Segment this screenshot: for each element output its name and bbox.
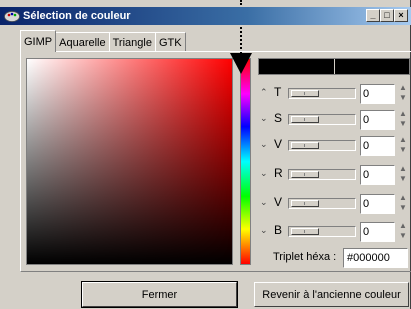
- hue-marker-icon[interactable]: [230, 53, 252, 74]
- palette-icon: [4, 10, 20, 22]
- slider-row-saturation: ⌄ S ▲▼: [258, 108, 411, 130]
- spin-arrows-icon[interactable]: ▲ ▼: [397, 221, 409, 243]
- button-bar: Fermer Revenir à l'ancienne couleur: [20, 277, 411, 309]
- chevron-down-icon: ⌄: [260, 113, 268, 123]
- red-slider[interactable]: [288, 169, 356, 180]
- slider-thumb[interactable]: [291, 200, 319, 207]
- minimize-button[interactable]: _: [366, 9, 380, 22]
- blue-field[interactable]: [360, 222, 395, 242]
- slider-row-blue: ⌄ B ▲▼: [258, 220, 411, 242]
- chevron-down-icon: ⌄: [260, 225, 268, 235]
- slider-label: T: [274, 85, 282, 99]
- window-title: Sélection de couleur: [23, 10, 131, 22]
- saturation-slider[interactable]: [288, 114, 356, 125]
- slider-thumb[interactable]: [291, 171, 319, 178]
- green-field[interactable]: [360, 194, 395, 214]
- slider-row-green: ⌄ V ▲▼: [258, 192, 411, 214]
- value-slider[interactable]: [288, 140, 356, 151]
- slider-label: V: [274, 195, 283, 209]
- color-preview: [258, 58, 410, 75]
- tab-aquarelle[interactable]: Aquarelle: [55, 32, 110, 52]
- saturation-value-square[interactable]: [26, 58, 233, 265]
- red-field[interactable]: [360, 165, 395, 185]
- blue-slider[interactable]: [288, 226, 356, 237]
- slider-thumb[interactable]: [291, 228, 319, 235]
- spin-arrows-icon[interactable]: ▲ ▼: [397, 83, 409, 105]
- maximize-button[interactable]: □: [380, 9, 394, 22]
- green-slider[interactable]: [288, 198, 356, 209]
- spin-arrows-icon[interactable]: ▲ ▼: [397, 193, 409, 215]
- slider-row-value: ⌄ V ▲▼: [258, 134, 411, 156]
- slider-row-red: ⌄ R ▲▼: [258, 163, 411, 185]
- close-button[interactable]: ×: [394, 9, 408, 22]
- chevron-down-icon: ⌄: [260, 197, 268, 207]
- hue-strip[interactable]: [240, 58, 251, 265]
- close-dialog-button[interactable]: Fermer: [81, 281, 238, 308]
- revert-color-button[interactable]: Revenir à l'ancienne couleur: [254, 282, 409, 307]
- value-field[interactable]: [360, 136, 395, 156]
- selector-tabs: GIMP Aquarelle Triangle GTK: [20, 30, 186, 52]
- color-selection-dialog: Sélection de couleur _ □ × GIMP Aquarell…: [0, 0, 411, 309]
- slider-label: R: [274, 166, 283, 180]
- slider-thumb[interactable]: [291, 142, 319, 149]
- chevron-down-icon: ⌄: [260, 139, 268, 149]
- slider-label: B: [274, 223, 283, 237]
- hex-label: Triplet héxa :: [273, 251, 337, 263]
- chevron-down-icon: ⌄: [260, 168, 268, 178]
- title-bar[interactable]: Sélection de couleur _ □ ×: [0, 7, 411, 25]
- chevron-up-icon: ⌃: [260, 87, 268, 97]
- tab-gimp[interactable]: GIMP: [20, 30, 57, 52]
- slider-label: V: [274, 137, 283, 151]
- hex-field[interactable]: [343, 248, 408, 268]
- spin-arrows-icon[interactable]: ▲ ▼: [397, 135, 409, 157]
- tab-triangle[interactable]: Triangle: [108, 32, 156, 52]
- hue-field[interactable]: [360, 84, 395, 104]
- hue-slider[interactable]: [288, 88, 356, 99]
- slider-thumb[interactable]: [291, 90, 319, 97]
- slider-thumb[interactable]: [291, 116, 319, 123]
- spin-arrows-icon[interactable]: ▲ ▼: [397, 109, 409, 131]
- slider-row-hue: ⌃ T ▲▼: [258, 82, 411, 104]
- tab-gtk[interactable]: GTK: [154, 32, 186, 52]
- saturation-field[interactable]: [360, 110, 395, 130]
- slider-label: S: [274, 111, 283, 125]
- spin-arrows-icon[interactable]: ▲ ▼: [397, 164, 409, 186]
- preview-divider: [334, 59, 335, 74]
